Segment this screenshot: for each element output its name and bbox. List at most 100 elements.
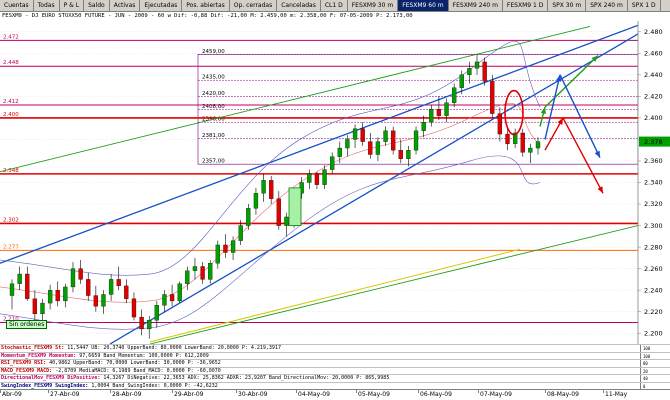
indicator-row[interactable]: MACD_FESXM9 MACD: -2,8709 MediaMACD: 6,1… — [0, 366, 670, 374]
candle-body[interactable] — [528, 147, 533, 153]
tab-p-l[interactable]: P & L — [60, 0, 85, 11]
candle-body[interactable] — [32, 298, 38, 315]
candle-body[interactable] — [154, 305, 159, 321]
candle-body[interactable] — [383, 130, 388, 142]
candle-body[interactable] — [162, 294, 167, 306]
candle-body[interactable] — [535, 141, 541, 149]
candle-body[interactable] — [284, 216, 289, 226]
candle-body[interactable] — [108, 279, 114, 295]
candle-body[interactable] — [200, 266, 205, 280]
candle-body[interactable] — [398, 150, 403, 159]
tab-canceladas[interactable]: Canceladas — [277, 0, 321, 11]
candle-body[interactable] — [139, 316, 144, 330]
tab-spx-30-m[interactable]: SPX 30 m — [548, 0, 587, 11]
tab-saldo[interactable]: Saldo — [84, 0, 110, 11]
tab-todas[interactable]: Todas — [34, 0, 60, 11]
candle-body[interactable] — [520, 132, 525, 153]
candle-body[interactable] — [444, 102, 449, 116]
price-chart-panel[interactable]: 2459,00 2435,00 2420,00 2408,00 2396,00 2381,… — [0, 21, 670, 344]
candle-body[interactable] — [451, 87, 457, 103]
candle-body[interactable] — [40, 302, 45, 315]
candle-body[interactable] — [55, 290, 60, 302]
tab-ejecutadas[interactable]: Ejecutadas — [140, 0, 183, 11]
indicator-row[interactable]: RSI_FESXM9 RSI: 40,9862 UpperBand: 70,00… — [0, 359, 670, 367]
candle-body[interactable] — [269, 180, 274, 199]
candle-body[interactable] — [276, 198, 281, 226]
tab-activas[interactable]: Activas — [110, 0, 141, 11]
candle-body[interactable] — [70, 268, 76, 288]
candle-body[interactable] — [124, 285, 129, 299]
candle-body[interactable] — [368, 141, 373, 155]
candle-body[interactable] — [497, 113, 503, 135]
candle-body[interactable] — [261, 180, 266, 194]
tab-spx-1-d[interactable]: SPX 1 D — [628, 0, 661, 11]
candle-body[interactable] — [253, 193, 259, 209]
candle-body[interactable] — [360, 128, 365, 142]
candle-body[interactable] — [345, 139, 350, 149]
tab-fesxm9-60-m[interactable]: FESXM9 60 m — [398, 0, 449, 11]
candle-body[interactable] — [413, 130, 419, 151]
tab-spx-240-m[interactable]: SPX 240 m — [586, 0, 628, 11]
tab-fesxm9-240-m[interactable]: FESXM9 240 m — [449, 0, 503, 11]
candle-body[interactable] — [131, 298, 137, 318]
x-axis-label: 11-May — [605, 391, 628, 398]
price-axis-label: 2.260 — [644, 265, 663, 273]
candle-body[interactable] — [246, 208, 251, 226]
candle-body[interactable] — [230, 240, 236, 253]
horizontal-level-label: 2.472 — [3, 34, 19, 40]
candle-body[interactable] — [47, 290, 53, 304]
indicator-row[interactable]: DirectionalMov_FESXM9 DiPositive: 14,326… — [0, 374, 670, 382]
indicator-row[interactable]: Stochastic_FESXM9 St: 11,5447 UB: 20,374… — [0, 344, 670, 352]
candle-body[interactable] — [86, 279, 91, 296]
candle-body[interactable] — [474, 61, 480, 69]
candle-body[interactable] — [352, 128, 358, 140]
tab-fesxm9-1-d[interactable]: FESXM9 1 D — [503, 0, 549, 11]
candle-body[interactable] — [330, 156, 335, 170]
candle-body[interactable] — [25, 273, 30, 299]
candle-body[interactable] — [238, 225, 243, 241]
candle-body[interactable] — [375, 141, 381, 155]
price-axis-label: 2.480 — [644, 28, 663, 36]
candle-body[interactable] — [429, 109, 434, 123]
candle-body[interactable] — [307, 173, 312, 183]
indicator-row[interactable]: SwingIndex_FESXM9 SwingIndex: 1,0004 Ban… — [0, 381, 670, 389]
candle-body[interactable] — [147, 320, 152, 330]
candle-body[interactable] — [208, 263, 213, 280]
x-axis-label: 04-May-09 — [298, 391, 330, 398]
candle-body[interactable] — [93, 295, 99, 307]
candle-body[interactable] — [17, 273, 22, 284]
tab-cl1-d[interactable]: CL1 D — [321, 0, 348, 11]
green-highlight-box[interactable] — [288, 187, 302, 226]
candle-body[interactable] — [78, 268, 83, 280]
candle-body[interactable] — [467, 68, 472, 75]
candle-body[interactable] — [185, 270, 190, 284]
candle-body[interactable] — [215, 244, 220, 264]
candle-body[interactable] — [63, 286, 68, 302]
candle-body[interactable] — [421, 122, 426, 131]
candle-body[interactable] — [192, 266, 198, 271]
indicator-values: 1,0004 Band_SwingIndex: 0,0000 P: -42,62… — [88, 382, 218, 389]
candle-body[interactable] — [505, 133, 510, 144]
tab-cuentas[interactable]: Cuentas — [0, 0, 34, 11]
candle-body[interactable] — [9, 283, 15, 296]
candle-body[interactable] — [177, 283, 182, 302]
tab-fesxm9-30-m[interactable]: FESXM9 30 m — [348, 0, 399, 11]
candle-body[interactable] — [337, 147, 342, 157]
tab-op-cerradas[interactable]: Op. cerradas — [230, 0, 278, 11]
candle-body[interactable] — [322, 169, 327, 185]
price-axis-label: 2.440 — [644, 71, 663, 79]
tab-pos-abiertas[interactable]: Pos. abiertas — [182, 0, 230, 11]
candle-body[interactable] — [436, 109, 442, 116]
candle-body[interactable] — [482, 61, 487, 82]
price-chart-svg[interactable]: 2459,002435,002420,002408,002396,002381,… — [0, 21, 670, 344]
candle-body[interactable] — [116, 279, 121, 287]
candle-body[interactable] — [223, 244, 228, 253]
candle-body[interactable] — [490, 81, 495, 114]
candle-body[interactable] — [169, 294, 175, 302]
candle-body[interactable] — [101, 294, 106, 307]
candle-body[interactable] — [391, 130, 396, 151]
candle-body[interactable] — [406, 150, 411, 159]
indicator-row[interactable]: Momentum_FESXM9 Momentum: 97,6659 Band_M… — [0, 351, 670, 359]
candle-body[interactable] — [314, 173, 320, 185]
candle-body[interactable] — [459, 74, 464, 88]
